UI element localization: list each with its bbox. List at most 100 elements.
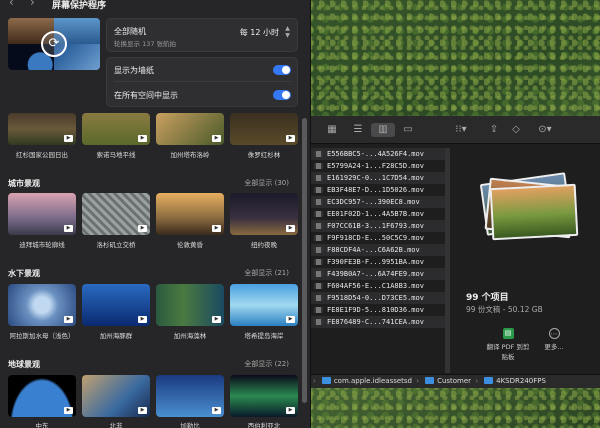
movie-file-icon [314,247,323,253]
show-as-wallpaper-row: 显示为墙纸 [114,58,291,82]
thumb-la-interchange[interactable]: ▶ [82,193,150,235]
thumb-new-york-night[interactable]: ▶ [230,193,298,235]
folder-icon [425,377,435,384]
file-list[interactable]: E556BBC5-...4A526F4.mov E5799A24-1...F28… [311,148,445,376]
thumb-dolphins[interactable]: ▶ [82,284,150,326]
play-icon: ▶ [212,407,221,414]
frequency-select[interactable]: 每 12 小时 [240,27,279,38]
play-icon: ▶ [64,316,73,323]
list-item[interactable]: F07CC61B-3...1F6793.mov [311,220,445,232]
play-icon: ▶ [286,135,295,142]
back-button[interactable]: ‹ [9,0,14,8]
play-icon: ▶ [212,225,221,232]
thumb-middle-east[interactable]: ▶ [8,375,76,417]
list-item[interactable]: F9518D54-0...D73CE5.mov [311,292,445,304]
movie-file-icon [314,295,323,301]
list-item[interactable]: F604AF56-E...C1A8B3.mov [311,280,445,292]
list-view-icon[interactable]: ☰ [351,123,365,137]
action-label: 更多... [544,343,564,351]
movie-file-icon [314,151,323,157]
play-icon: ▶ [212,316,221,323]
movie-file-icon [314,319,323,325]
movie-file-icon [314,283,323,289]
path-separator: › [313,377,316,385]
thumb-caption: 加州海豚群 [99,332,133,340]
show-as-wallpaper-toggle[interactable] [273,65,291,75]
group-icon[interactable]: ⁝⁝▾ [451,123,471,137]
thumb-london-dusk[interactable]: ▶ [156,193,224,235]
forward-button[interactable]: › [30,0,35,8]
thumb-caption: 加州塔布洛岭 [170,151,210,159]
page-title: 屏幕保护程序 [52,1,107,11]
path-item[interactable]: com.apple.idleassetsd [334,377,412,385]
play-icon: ▶ [138,225,147,232]
shuffle-subtitle: 轮换显示 137 张航拍 [114,40,177,48]
list-item[interactable]: FE876489-C...741CEA.mov [311,316,445,328]
section-title-earth: 地球景观 [8,360,40,369]
thumb-siberia-north[interactable]: ▶ [230,375,298,417]
icon-view-icon[interactable]: ▦ [325,123,339,137]
tag-icon[interactable]: ◇ [509,123,523,137]
column-view-icon[interactable]: ▥ [371,123,395,137]
play-icon: ▶ [64,407,73,414]
aerials-gallery[interactable]: ▶ ▶ ▶ ▶ 红杉国家公园日出 索诺马地平线 加州塔布洛岭 侏罗红杉林 城市景… [0,113,310,428]
thumb-caption: 伦敦黄昏 [177,241,203,249]
show-all-cityscapes-link[interactable]: 全部显示 (30) [244,178,289,188]
list-item[interactable]: F439B0A7-...6A74FE9.mov [311,268,445,280]
more-action[interactable]: ⋯ 更多... [539,328,569,351]
path-separator: › [475,377,479,385]
more-circle-icon: ⋯ [548,328,560,339]
thumb-kelp-forest[interactable]: ▶ [156,284,224,326]
gallery-view-icon[interactable]: ▭ [401,123,415,137]
thumb-dubai[interactable]: ▶ [8,193,76,235]
list-item[interactable]: E161929C-0...1C7D54.mov [311,172,445,184]
play-icon: ▶ [212,135,221,142]
column-scrollbar[interactable] [445,148,450,373]
action-label: 翻译 PDF 到剪贴板 [486,343,530,361]
chevron-updown-icon[interactable]: ▲ ▼ [283,25,292,39]
path-item[interactable]: 4KSDR240FPS [496,377,546,385]
thumb-caption: 纽约夜晚 [251,241,277,249]
share-icon[interactable]: ⇪ [487,123,501,137]
thumb-tabletop[interactable]: ▶ [156,113,224,145]
item-size: 99 份文稿 - 50.12 GB [466,305,543,314]
scrollbar[interactable] [302,118,307,403]
shuffle-title: 全部随机 [114,27,146,36]
toggle-label: 在所有空间中显示 [114,91,178,100]
thumb-jellyfish[interactable]: ▶ [8,284,76,326]
screen-saver-preview[interactable]: ⟳ [8,18,100,70]
show-all-earth-link[interactable]: 全部显示 (22) [244,359,289,369]
movie-file-icon [314,223,323,229]
list-item[interactable]: E556BBC5-...4A526F4.mov [311,148,445,160]
thumb-tahiti-coast[interactable]: ▶ [230,284,298,326]
movie-file-icon [314,259,323,265]
thumb-sonoma[interactable]: ▶ [82,113,150,145]
thumb-caption: 加州海藻林 [173,332,207,340]
show-all-underwater-link[interactable]: 全部显示 (21) [244,268,289,278]
list-item[interactable]: EC3DC957-...390EC8.mov [311,196,445,208]
list-item[interactable]: F9F918CD-E...50C5C9.mov [311,232,445,244]
screen-saver-settings-window: ‹ › 屏幕保护程序 ⟳ 全部随机 轮换显示 137 张航拍 每 12 小时 ▲… [0,0,311,428]
list-item[interactable]: FE8E1F9D-5...810D36.mov [311,304,445,316]
show-all-spaces-toggle[interactable] [273,90,291,100]
shuffle-icon: ⟳ [41,31,67,57]
toggle-label: 显示为墙纸 [114,66,154,75]
list-item[interactable]: E5799A24-1...F28C5D.mov [311,160,445,172]
thumb-redwoods[interactable]: ▶ [8,113,76,145]
finder-toolbar: ▦ ☰ ▥ ▭ ⁝⁝▾ ⇪ ◇ ⊙▾ [311,116,600,144]
translate-pdf-action[interactable]: ▤ 翻译 PDF 到剪贴板 [485,328,531,361]
list-item[interactable]: EB3F48E7-D...1D5026.mov [311,184,445,196]
play-icon: ▶ [64,225,73,232]
thumb-north-africa[interactable]: ▶ [82,375,150,417]
thumb-caribbean[interactable]: ▶ [156,375,224,417]
more-icon[interactable]: ⊙▾ [535,123,555,137]
play-icon: ▶ [286,316,295,323]
play-icon: ▶ [138,407,147,414]
thumb-jurassic-redwoods[interactable]: ▶ [230,113,298,145]
list-item[interactable]: F390FE3B-F...9951BA.mov [311,256,445,268]
list-item[interactable]: EE01F02D-1...4A5B7B.mov [311,208,445,220]
path-item[interactable]: Customer [437,377,471,385]
thumb-caption: 索诺马地平线 [96,151,136,159]
list-item[interactable]: F88CDF4A-...C6A62B.mov [311,244,445,256]
path-bar: › com.apple.idleassetsd › Customer › 4KSDR2… [311,374,600,388]
